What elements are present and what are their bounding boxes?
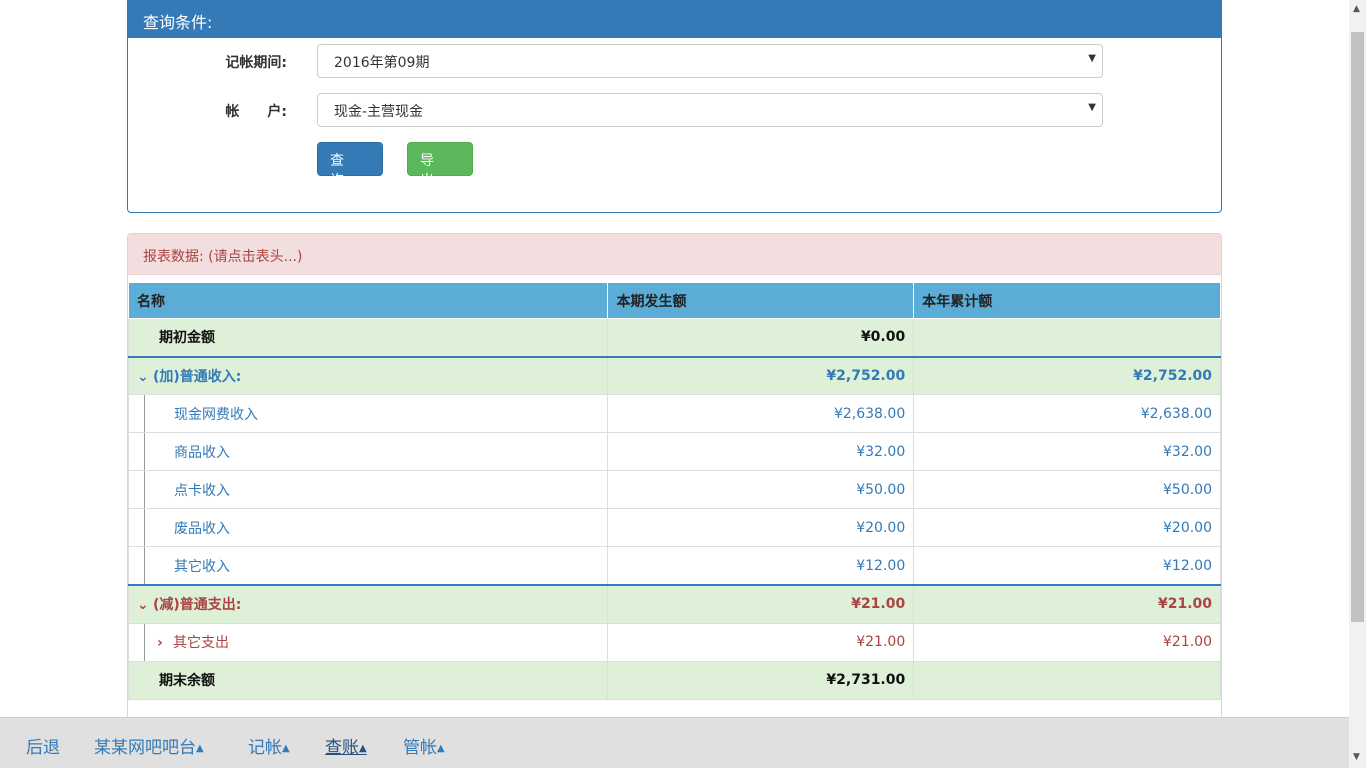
income-item-current: ¥12.00	[607, 546, 915, 586]
account-select[interactable]: 现金-主营现金 ▼	[317, 93, 1103, 127]
income-group-row[interactable]: ⌄ (加)普通收入: ¥2,752.00 ¥2,752.00	[128, 355, 1221, 395]
income-item-name-cell: 其它收入	[128, 546, 609, 586]
income-item-current: ¥32.00	[607, 432, 915, 471]
period-select-value: 2016年第09期	[334, 55, 430, 71]
opening-balance-ytd	[913, 318, 1221, 357]
caret-up-icon: ▲	[437, 743, 445, 754]
bottom-nav-bar: 后退 某某网吧吧台▲ 记帐▲ 查账▲ 管帐▲	[0, 717, 1349, 768]
income-item-name-cell: 现金网费收入	[128, 394, 609, 433]
income-item-current: ¥50.00	[607, 470, 915, 509]
income-item-name-cell: 点卡收入	[128, 470, 609, 509]
opening-balance-row: 期初金额 ¥0.00	[128, 318, 1221, 357]
column-header-name[interactable]: 名称	[128, 282, 609, 319]
expense-group-ytd: ¥21.00	[913, 584, 1221, 624]
expense-group-current: ¥21.00	[607, 584, 915, 624]
closing-balance-current: ¥2,731.00	[607, 660, 915, 700]
income-group-current: ¥2,752.00	[607, 355, 915, 395]
export-button[interactable]: 导出...	[407, 142, 473, 189]
column-header-ytd[interactable]: 本年累计额	[913, 282, 1221, 319]
account-label: 帐 户:	[225, 104, 287, 120]
opening-balance-current: ¥0.00	[607, 318, 915, 357]
income-item-label: 现金网费收入	[174, 406, 258, 423]
income-item-ytd: ¥12.00	[913, 546, 1221, 586]
scroll-up-icon[interactable]: ▲	[1353, 4, 1360, 14]
nav-back[interactable]: 后退	[26, 733, 60, 758]
scrollbar-thumb[interactable]	[1351, 32, 1364, 622]
nav-home-label: 某某网吧吧台	[94, 738, 196, 758]
nav-manage-menu[interactable]: 管帐▲	[403, 733, 445, 758]
expense-group-label: (减)普通支出:	[153, 597, 242, 614]
income-item-ytd: ¥2,638.00	[913, 394, 1221, 433]
caret-up-icon: ▲	[196, 743, 204, 754]
column-header-current[interactable]: 本期发生额	[607, 282, 915, 319]
income-item-name-cell: 废品收入	[128, 508, 609, 547]
closing-balance-label: 期末余额	[128, 660, 609, 700]
expense-item-label-wrap: › 其它支出	[145, 632, 229, 652]
income-item-current: ¥2,638.00	[607, 394, 915, 433]
table-row[interactable]: › 其它支出 ¥21.00 ¥21.00	[128, 622, 1221, 662]
income-item-label: 商品收入	[174, 444, 230, 461]
income-item-ytd: ¥50.00	[913, 470, 1221, 509]
account-row: 帐 户: 现金-主营现金 ▼	[128, 93, 1221, 127]
caret-up-icon: ▲	[359, 743, 367, 754]
report-panel-title: 报表数据: (请点击表头...)	[128, 234, 1221, 275]
income-group-ytd: ¥2,752.00	[913, 355, 1221, 395]
nav-audit-menu[interactable]: 查账▲	[325, 733, 367, 758]
nav-audit-label: 查账	[325, 738, 359, 758]
nav-bookkeeping-menu[interactable]: 记帐▲	[248, 733, 290, 758]
report-table: 名称 本期发生额 本年累计额 期初金额 ¥0.00 ⌄ (加)普通收入: ¥2,7…	[128, 282, 1221, 700]
scroll-down-icon[interactable]: ▼	[1353, 752, 1360, 762]
report-panel: 报表数据: (请点击表头...) 名称 本期发生额 本年累计额 期初金额 ¥0.…	[127, 233, 1222, 723]
income-item-name-cell: 商品收入	[128, 432, 609, 471]
account-select-value: 现金-主营现金	[334, 104, 424, 120]
table-row[interactable]: 其它收入 ¥12.00 ¥12.00	[128, 546, 1221, 586]
chevron-right-icon[interactable]: ›	[157, 635, 173, 651]
expense-group-row[interactable]: ⌄ (减)普通支出: ¥21.00 ¥21.00	[128, 584, 1221, 624]
income-group-label: (加)普通收入:	[153, 368, 242, 385]
table-row[interactable]: 商品收入 ¥32.00 ¥32.00	[128, 432, 1221, 471]
query-panel-title: 查询条件:	[128, 1, 1221, 38]
income-item-ytd: ¥20.00	[913, 508, 1221, 547]
period-label: 记帐期间:	[225, 55, 287, 71]
caret-up-icon: ▲	[282, 743, 290, 754]
table-row[interactable]: 废品收入 ¥20.00 ¥20.00	[128, 508, 1221, 547]
caret-down-icon: ▼	[1088, 102, 1096, 113]
income-item-label: 其它收入	[174, 558, 230, 575]
opening-balance-label: 期初金额	[128, 318, 609, 357]
query-button[interactable]: 查询...	[317, 142, 383, 189]
caret-down-icon: ▼	[1088, 53, 1096, 64]
expense-item-name-cell: › 其它支出	[128, 622, 609, 662]
table-row[interactable]: 点卡收入 ¥50.00 ¥50.00	[128, 470, 1221, 509]
income-item-ytd: ¥32.00	[913, 432, 1221, 471]
income-item-label: 废品收入	[174, 520, 230, 537]
closing-balance-ytd	[913, 660, 1221, 700]
nav-bookkeeping-label: 记帐	[248, 738, 282, 758]
income-group-name-cell: ⌄ (加)普通收入:	[128, 355, 609, 395]
period-row: 记帐期间: 2016年第09期 ▼	[128, 44, 1221, 78]
closing-balance-row: 期末余额 ¥2,731.00	[128, 660, 1221, 700]
query-panel: 查询条件: 记帐期间: 2016年第09期 ▼ 帐 户: 现金-主营现金 ▼ 查…	[127, 0, 1222, 213]
nav-manage-label: 管帐	[403, 738, 437, 758]
table-header-row: 名称 本期发生额 本年累计额	[128, 282, 1221, 319]
vertical-scrollbar[interactable]: ▲ ▼	[1349, 0, 1366, 768]
period-select[interactable]: 2016年第09期 ▼	[317, 44, 1103, 78]
chevron-down-icon[interactable]: ⌄	[137, 369, 153, 385]
income-item-label: 点卡收入	[174, 482, 230, 499]
chevron-down-icon[interactable]: ⌄	[137, 597, 153, 613]
expense-group-name-cell: ⌄ (减)普通支出:	[128, 584, 609, 624]
expense-item-ytd: ¥21.00	[913, 622, 1221, 662]
expense-item-current: ¥21.00	[607, 622, 915, 662]
table-row[interactable]: 现金网费收入 ¥2,638.00 ¥2,638.00	[128, 394, 1221, 433]
expense-item-label: 其它支出	[173, 635, 229, 651]
income-item-current: ¥20.00	[607, 508, 915, 547]
nav-home-menu[interactable]: 某某网吧吧台▲	[94, 733, 204, 758]
